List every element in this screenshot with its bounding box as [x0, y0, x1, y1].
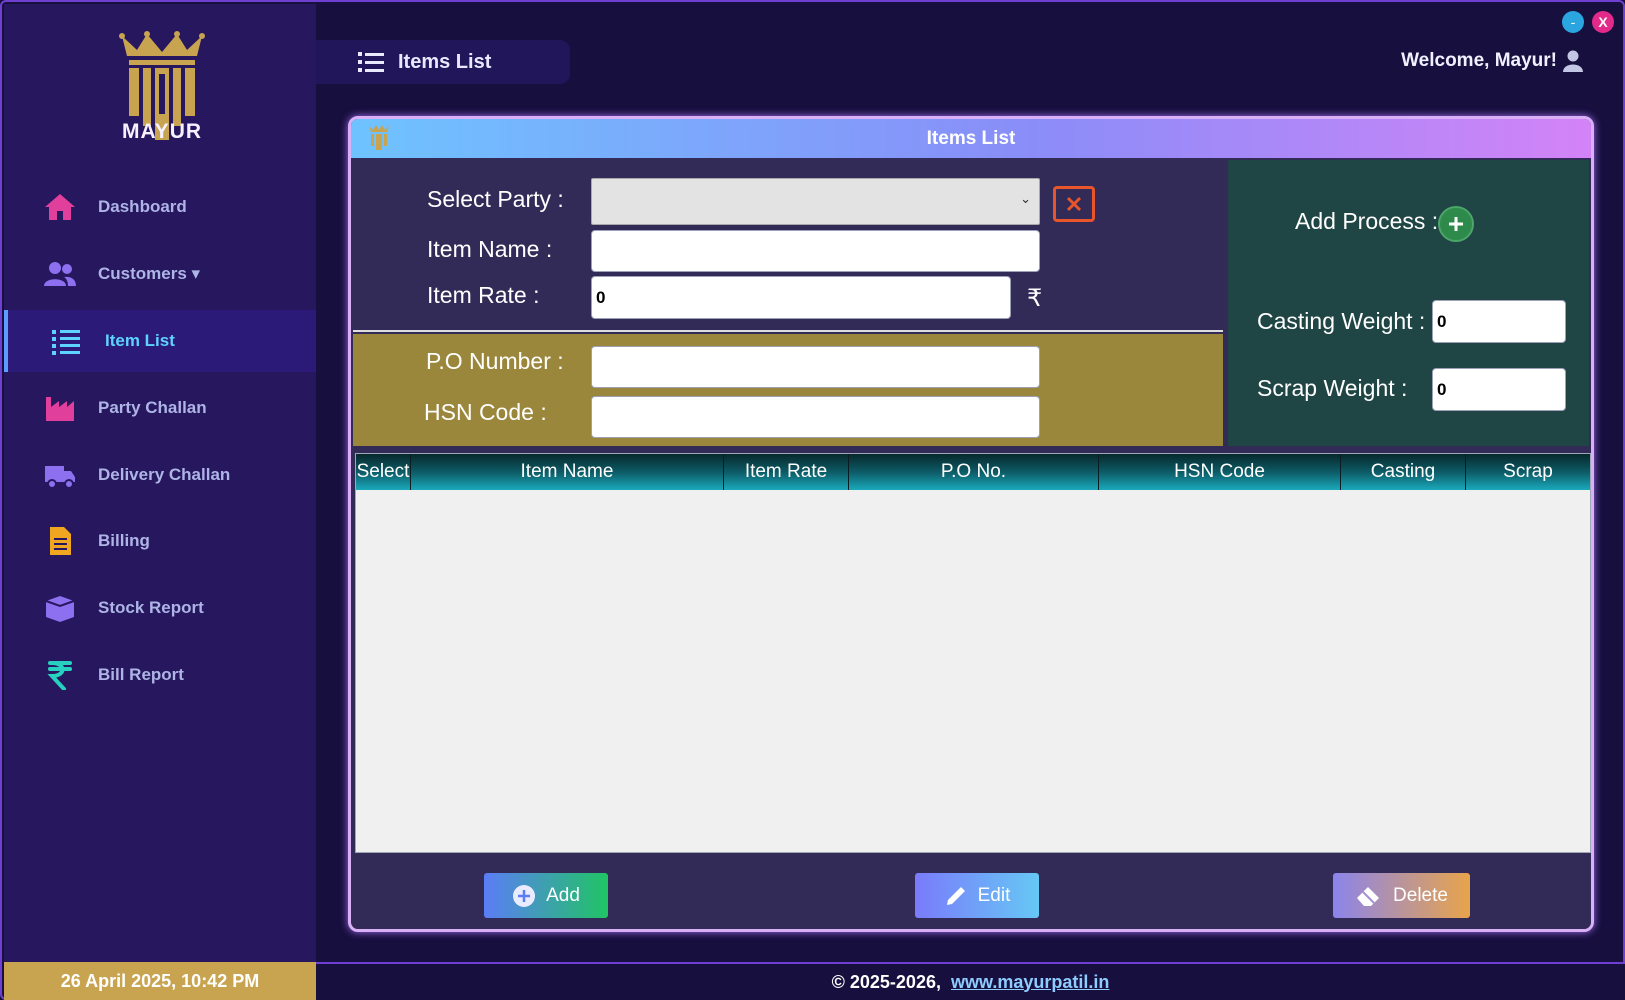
column-header-casting[interactable]: Casting [1341, 454, 1466, 490]
delete-button-label: Delete [1393, 884, 1448, 906]
sidebar-item-label: Item List [105, 331, 175, 350]
scrap-weight-input[interactable] [1432, 368, 1566, 411]
close-icon [1066, 196, 1082, 212]
process-section: Add Process : Casting Weight : Scrap Wei… [1228, 160, 1589, 446]
select-party-label: Select Party : [427, 186, 564, 212]
truck-icon [45, 466, 75, 489]
welcome-user: Welcome, Mayur! [1401, 50, 1583, 72]
mayur-logo-small [369, 125, 389, 150]
column-header-select[interactable]: Select [356, 454, 411, 490]
home-icon [45, 194, 75, 220]
rupee-symbol: ₹ [1027, 285, 1043, 312]
sidebar: MAYUR Dashboard Customers ▾ Item List Pa… [4, 4, 316, 962]
plus-circle-icon [513, 884, 536, 907]
copyright-text: © 2025-2026, [831, 971, 941, 992]
sidebar-item-delivery-challan[interactable]: Delivery Challan [4, 444, 316, 506]
page-title-tab: Items List [316, 40, 570, 84]
sidebar-item-label: Stock Report [98, 598, 204, 617]
casting-weight-input[interactable] [1432, 300, 1566, 343]
plus-icon [1449, 217, 1463, 231]
box-icon [45, 596, 75, 622]
rupee-icon [47, 661, 72, 690]
column-header-item-name[interactable]: Item Name [411, 454, 724, 490]
datetime-display: 26 April 2025, 10:42 PM [4, 962, 316, 1000]
brand-name: MAYUR [121, 120, 203, 143]
edit-button[interactable]: Edit [915, 873, 1039, 918]
item-name-input[interactable] [591, 230, 1040, 272]
clear-party-button[interactable] [1053, 186, 1095, 222]
sidebar-item-dashboard[interactable]: Dashboard [4, 176, 316, 238]
sidebar-item-customers[interactable]: Customers ▾ [4, 243, 316, 305]
user-icon[interactable] [1563, 50, 1583, 72]
sidebar-item-label: Billing [98, 531, 150, 550]
select-party-dropdown[interactable]: ⌄ [591, 178, 1040, 225]
table-body [356, 490, 1590, 852]
sidebar-item-label: Party Challan [98, 398, 207, 417]
items-list-panel: Items List Select Party : ⌄ Item Name : … [348, 116, 1594, 932]
po-number-label: P.O Number : [426, 348, 564, 374]
item-name-label: Item Name : [427, 236, 553, 262]
close-button[interactable]: X [1592, 11, 1614, 33]
table-header: Select Item Name Item Rate P.O No. HSN C… [356, 454, 1590, 490]
item-details-section: Select Party : ⌄ Item Name : Item Rate :… [353, 160, 1223, 332]
welcome-text: Welcome, Mayur! [1401, 50, 1557, 71]
po-number-input[interactable] [591, 346, 1040, 388]
website-link[interactable]: www.mayurpatil.in [951, 972, 1109, 993]
hsn-code-input[interactable] [591, 396, 1040, 438]
add-process-button[interactable] [1438, 206, 1474, 242]
add-button-label: Add [546, 884, 580, 906]
sidebar-item-label: Bill Report [98, 665, 184, 684]
sidebar-item-item-list[interactable]: Item List [4, 310, 316, 372]
hsn-code-label: HSN Code : [424, 399, 547, 425]
action-bar: Add Edit Delete [353, 865, 1591, 929]
panel-title-bar: Items List [351, 119, 1591, 158]
invoice-icon [50, 527, 71, 555]
sidebar-item-bill-report[interactable]: Bill Report [4, 644, 316, 706]
pencil-icon [946, 886, 965, 905]
eraser-icon [1357, 886, 1380, 906]
sidebar-item-billing[interactable]: Billing [4, 510, 316, 572]
item-rate-label: Item Rate : [427, 282, 540, 308]
panel-title: Items List [926, 127, 1016, 149]
sidebar-item-stock-report[interactable]: Stock Report [4, 577, 316, 639]
sidebar-item-party-challan[interactable]: Party Challan [4, 377, 316, 439]
users-icon [44, 262, 76, 286]
factory-icon [46, 397, 74, 421]
list-icon [52, 330, 80, 355]
order-details-section: P.O Number : HSN Code : [353, 334, 1223, 446]
page-title: Items List [398, 50, 492, 73]
app-window: MAYUR Dashboard Customers ▾ Item List Pa… [0, 0, 1625, 1000]
sidebar-item-label: Dashboard [98, 197, 187, 216]
column-header-hsn-code[interactable]: HSN Code [1099, 454, 1341, 490]
chevron-down-icon: ⌄ [1020, 191, 1031, 206]
sidebar-item-label: Customers ▾ [98, 264, 201, 283]
column-header-po-no[interactable]: P.O No. [849, 454, 1099, 490]
scrap-weight-label: Scrap Weight : [1257, 375, 1408, 401]
delete-button[interactable]: Delete [1333, 873, 1470, 918]
sidebar-item-label: Delivery Challan [98, 465, 231, 484]
list-icon [358, 52, 384, 72]
footer: © 2025-2026, www.mayurpatil.in [316, 962, 1625, 1000]
column-header-item-rate[interactable]: Item Rate [724, 454, 849, 490]
item-rate-input[interactable] [591, 276, 1011, 319]
add-button[interactable]: Add [484, 873, 608, 918]
minimize-button[interactable]: - [1562, 11, 1584, 33]
casting-weight-label: Casting Weight : [1257, 308, 1426, 334]
items-table[interactable]: Select Item Name Item Rate P.O No. HSN C… [355, 453, 1591, 853]
edit-button-label: Edit [977, 884, 1011, 906]
add-process-label: Add Process : [1295, 208, 1439, 234]
column-header-scrap[interactable]: Scrap [1466, 454, 1590, 490]
